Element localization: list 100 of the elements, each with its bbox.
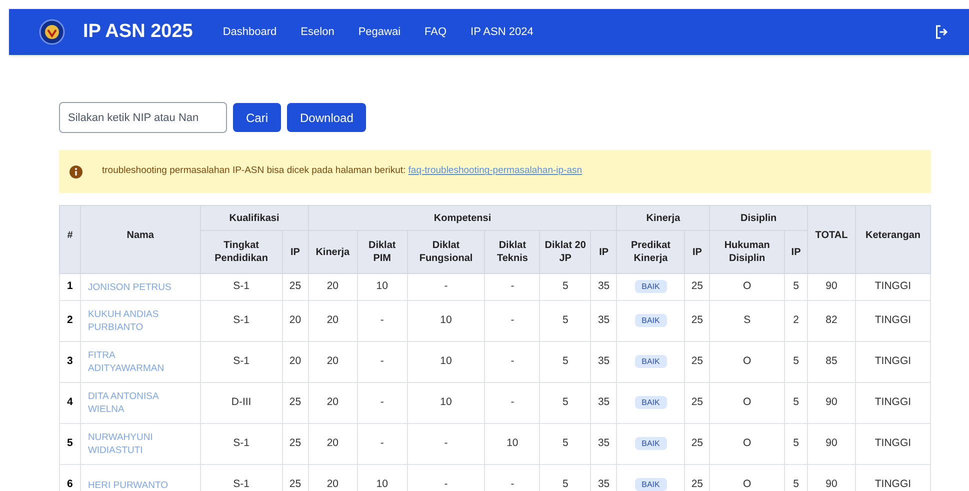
table-cell: 5: [784, 382, 808, 424]
table-cell: -: [484, 382, 540, 424]
column-header: IP: [784, 230, 808, 274]
table-cell: 20: [282, 300, 308, 342]
column-header: Nama: [80, 206, 200, 274]
table-cell: TINGGI: [855, 300, 930, 342]
emblem-icon: [39, 19, 65, 45]
table-cell: 20: [308, 382, 358, 424]
table-cell: 5: [784, 274, 808, 300]
table-cell: 85: [808, 342, 856, 382]
table-cell: 90: [808, 424, 856, 464]
table-cell: 20: [308, 274, 358, 300]
table-cell: 25: [684, 382, 710, 424]
column-header: Kinerja: [308, 230, 358, 274]
table-cell: -: [357, 382, 408, 424]
table-cell: 10: [357, 274, 408, 300]
table-cell: 5: [540, 424, 591, 464]
rating-badge: BAIK: [634, 478, 667, 491]
rating-badge: BAIK: [634, 280, 667, 294]
table-cell: TINGGI: [855, 274, 930, 300]
table-cell: O: [710, 274, 785, 300]
row-number: 4: [60, 382, 80, 424]
table-cell: -: [407, 274, 485, 300]
column-header: Keterangan: [855, 206, 930, 274]
table-cell: 35: [590, 382, 617, 424]
column-header: Predikat Kinerja: [616, 230, 685, 274]
table-cell: O: [710, 382, 785, 424]
nav-link[interactable]: Dashboard: [222, 24, 277, 40]
nav-link[interactable]: IP ASN 2024: [470, 24, 534, 40]
table-cell: 10: [407, 342, 485, 382]
table-cell: 82: [808, 300, 856, 342]
table-cell: -: [484, 300, 540, 342]
rating-badge: BAIK: [634, 355, 667, 368]
table-cell: 5: [540, 274, 591, 300]
table-cell: O: [710, 342, 785, 382]
table-cell: D-III: [200, 382, 282, 424]
table-cell: -: [407, 424, 485, 464]
column-header: TOTAL: [808, 206, 856, 274]
column-group-header: Disiplin: [710, 206, 808, 230]
column-header: Hukuman Disiplin: [710, 230, 785, 274]
row-number: 6: [60, 464, 80, 491]
table-cell: 35: [590, 274, 617, 300]
column-header: #: [60, 206, 80, 274]
table-cell: -: [357, 342, 408, 382]
info-icon: [69, 164, 83, 178]
table-cell: 25: [684, 300, 710, 342]
column-header: IP: [282, 230, 308, 274]
table-cell: 35: [590, 342, 617, 382]
table-cell: S: [710, 300, 785, 342]
column-header: IP: [590, 230, 617, 274]
column-group-header: Kompetensi: [308, 206, 617, 230]
column-header: IP: [684, 230, 710, 274]
nav-link[interactable]: Eselon: [300, 24, 334, 40]
column-header: Tingkat Pendidikan: [200, 230, 282, 274]
table-cell: 20: [308, 342, 358, 382]
table-cell: S-1: [200, 300, 282, 342]
nav-link[interactable]: FAQ: [424, 24, 447, 40]
alert-text: troubleshooting permasalahan IP-ASN bisa dicek pada halaman berikut: faq-troubleshooting-permasalahan-ip-asn: [102, 164, 582, 178]
search-button[interactable]: Cari: [233, 103, 282, 132]
column-header: Diklat Teknis: [484, 230, 540, 274]
row-number: 5: [60, 424, 80, 464]
column-header: Diklat PIM: [357, 230, 408, 274]
app-title: IP ASN 2025: [83, 20, 193, 44]
table-cell: 5: [784, 424, 808, 464]
table-cell: 90: [808, 382, 856, 424]
table-cell: O: [710, 424, 785, 464]
table-cell: 25: [684, 274, 710, 300]
nav-link[interactable]: Pegawai: [358, 24, 401, 40]
table-cell: -: [484, 342, 540, 382]
table-cell: 2: [784, 300, 808, 342]
table-cell: 25: [282, 274, 308, 300]
table-cell: 10: [407, 382, 485, 424]
table-cell: 35: [590, 424, 617, 464]
table-cell: 25: [684, 342, 710, 382]
table-cell: 5: [784, 342, 808, 382]
table-cell: 20: [308, 424, 358, 464]
column-header: Diklat 20 JP: [540, 230, 591, 274]
rating-badge: BAIK: [634, 314, 667, 328]
table-cell: S-1: [200, 424, 282, 464]
table-cell: 90: [808, 274, 856, 300]
table-cell: 35: [590, 300, 617, 342]
table-cell: TINGGI: [855, 342, 930, 382]
table-cell: 5: [540, 382, 591, 424]
table-cell: 25: [282, 382, 308, 424]
table-cell: S-1: [200, 342, 282, 382]
search-field[interactable]: Silakan ketik NIP atau Nan: [59, 102, 227, 133]
table-cell: 25: [282, 424, 308, 464]
table-cell: 25: [684, 424, 710, 464]
table-cell: 10: [484, 424, 540, 464]
row-number: 3: [60, 342, 80, 382]
table-cell: 20: [282, 342, 308, 382]
table-cell: 5: [540, 342, 591, 382]
row-number: 2: [60, 300, 80, 342]
table-cell: 10: [407, 300, 485, 342]
table-cell: -: [484, 274, 540, 300]
column-group-header: Kinerja: [616, 206, 710, 230]
download-button[interactable]: Download: [287, 103, 366, 132]
table-cell: 5: [540, 300, 591, 342]
table-cell: 20: [308, 300, 358, 342]
table-cell: -: [357, 424, 408, 464]
